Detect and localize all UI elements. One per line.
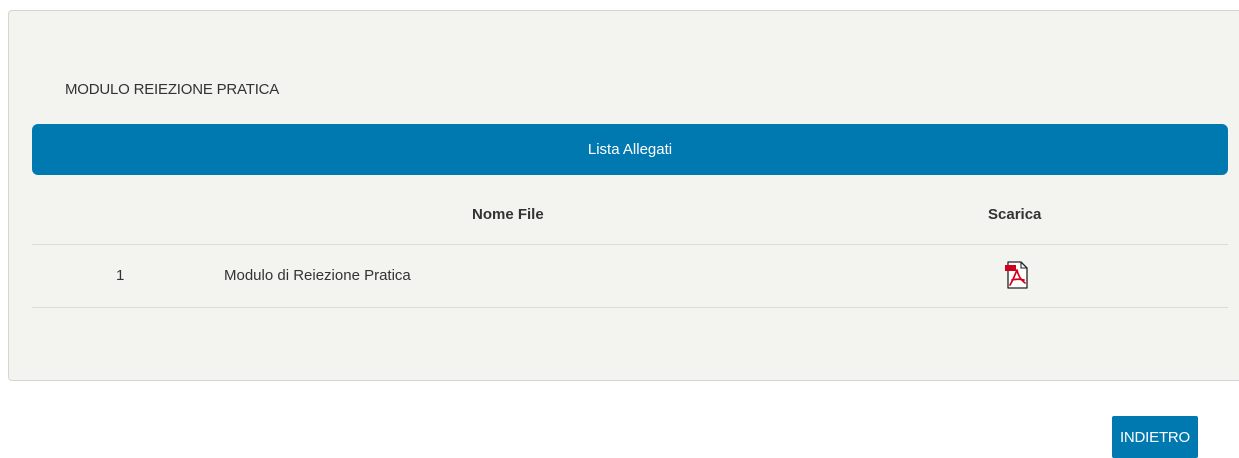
column-header-download: Scarica xyxy=(988,206,1042,223)
section-title: MODULO REIEZIONE PRATICA xyxy=(65,81,280,98)
attachments-list-header: Lista Allegati xyxy=(32,124,1228,175)
column-header-file-name: Nome File xyxy=(472,206,544,223)
row-index: 1 xyxy=(116,267,125,284)
table-header: Nome File Scarica xyxy=(32,196,1228,245)
table-row: 1 Modulo di Reiezione Pratica xyxy=(32,245,1228,308)
row-file-name: Modulo di Reiezione Pratica xyxy=(224,267,411,284)
attachments-list-header-label: Lista Allegati xyxy=(587,141,673,158)
pdf-file-icon[interactable] xyxy=(1001,259,1031,291)
attachments-table: Nome File Scarica 1 Modulo di Reiezione … xyxy=(32,196,1228,308)
back-button[interactable]: INDIETRO xyxy=(1112,416,1198,458)
attachments-panel: MODULO REIEZIONE PRATICA Lista Allegati … xyxy=(8,10,1239,381)
pdf-file-icon-graphic xyxy=(1005,261,1028,289)
